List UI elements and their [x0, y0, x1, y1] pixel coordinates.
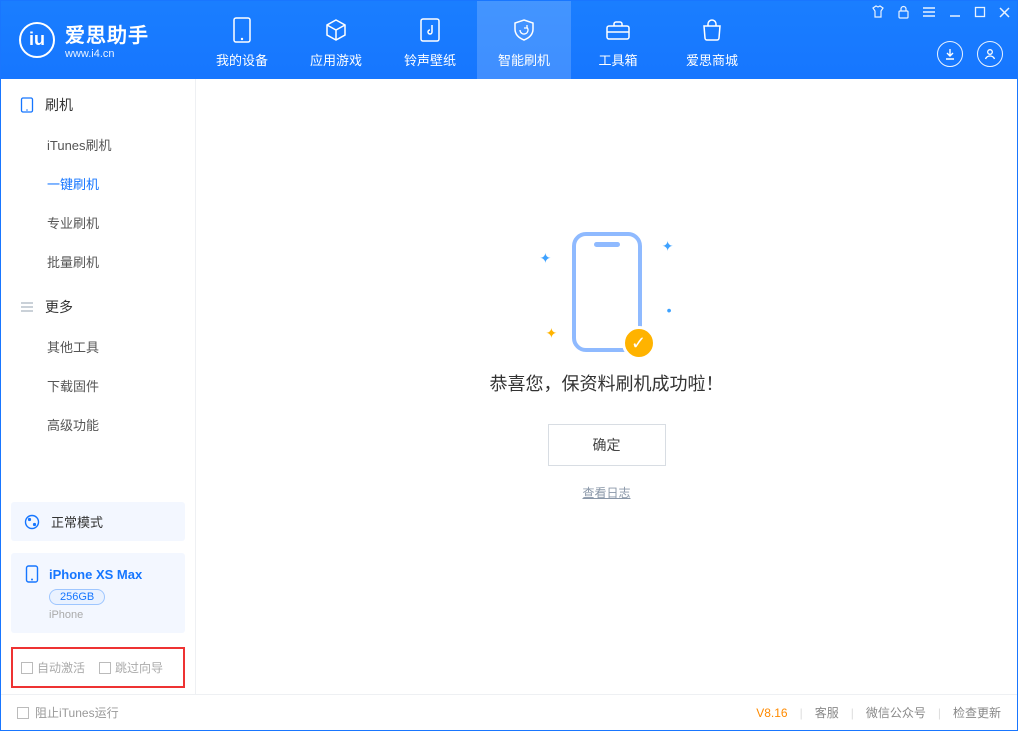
lock-icon[interactable]: [897, 5, 910, 19]
body: 刷机 iTunes刷机 一键刷机 专业刷机 批量刷机 更多 其他工具 下载固件 …: [1, 79, 1017, 694]
menu-icon[interactable]: [922, 6, 936, 18]
checkbox-icon: [17, 707, 29, 719]
tab-label: 我的设备: [216, 50, 268, 69]
storage-badge: 256GB: [49, 589, 105, 605]
toolbox-icon: [604, 16, 632, 44]
download-icon[interactable]: [937, 41, 963, 67]
sparkle-icon: ✦: [546, 325, 558, 342]
sidebar-item-onekey-flash[interactable]: 一键刷机: [1, 164, 195, 203]
group-label: 刷机: [45, 95, 73, 115]
tab-label: 应用游戏: [310, 50, 362, 69]
version-label: V8.16: [756, 706, 787, 720]
checkbox-label: 阻止iTunes运行: [35, 704, 119, 721]
checkbox-icon: [99, 662, 111, 674]
window-controls: [871, 5, 1011, 19]
footer: 阻止iTunes运行 V8.16 | 客服 | 微信公众号 | 检查更新: [1, 694, 1017, 730]
sidebar-item-download-firmware[interactable]: 下载固件: [1, 366, 195, 405]
highlighted-options: 自动激活 跳过向导: [11, 647, 185, 688]
phone-icon: [23, 565, 41, 583]
bag-icon: [698, 16, 726, 44]
tab-label: 爱思商城: [686, 50, 738, 69]
tab-store[interactable]: 爱思商城: [665, 1, 759, 79]
wechat-link[interactable]: 微信公众号: [866, 704, 926, 721]
sidebar-item-batch-flash[interactable]: 批量刷机: [1, 242, 195, 281]
cube-icon: [322, 16, 350, 44]
success-illustration: ✦ ✦ ✦ • ✓: [572, 232, 642, 352]
sparkle-icon: ✦: [540, 250, 552, 267]
check-icon: ✓: [622, 326, 656, 360]
logo-icon: iu: [19, 22, 55, 58]
sidebar-item-pro-flash[interactable]: 专业刷机: [1, 203, 195, 242]
logo-area: iu 爱思助手 www.i4.cn: [1, 1, 195, 60]
checkbox-label: 跳过向导: [115, 659, 163, 676]
sidebar-item-itunes-flash[interactable]: iTunes刷机: [1, 125, 195, 164]
group-label: 更多: [45, 297, 73, 317]
support-link[interactable]: 客服: [815, 704, 839, 721]
close-button[interactable]: [998, 6, 1011, 19]
header-right-icons: [937, 41, 1003, 67]
tab-ring-wallpaper[interactable]: 铃声壁纸: [383, 1, 477, 79]
device-name: iPhone XS Max: [49, 567, 142, 582]
tab-my-device[interactable]: 我的设备: [195, 1, 289, 79]
sparkle-icon: •: [667, 302, 672, 318]
maximize-button[interactable]: [974, 6, 986, 18]
sidebar-item-other-tools[interactable]: 其他工具: [1, 327, 195, 366]
minimize-button[interactable]: [948, 5, 962, 19]
list-icon: [19, 299, 35, 315]
sparkle-icon: ✦: [662, 238, 674, 255]
nav-tabs: 我的设备 应用游戏 铃声壁纸 智能刷机: [195, 1, 759, 79]
app-title: 爱思助手: [65, 19, 149, 48]
device-type: iPhone: [49, 609, 83, 621]
ok-button[interactable]: 确定: [548, 424, 666, 466]
checkbox-label: 自动激活: [37, 659, 85, 676]
shield-refresh-icon: [510, 16, 538, 44]
sidebar-item-advanced[interactable]: 高级功能: [1, 405, 195, 444]
view-log-link[interactable]: 查看日志: [582, 484, 630, 501]
header: iu 爱思助手 www.i4.cn 我的设备 应用游戏: [1, 1, 1017, 79]
sidebar-group-more: 更多: [1, 281, 195, 327]
tab-apps-games[interactable]: 应用游戏: [289, 1, 383, 79]
tab-smart-flash[interactable]: 智能刷机: [477, 1, 571, 79]
tab-toolbox[interactable]: 工具箱: [571, 1, 665, 79]
mode-label: 正常模式: [51, 512, 103, 531]
user-icon[interactable]: [977, 41, 1003, 67]
app-window: iu 爱思助手 www.i4.cn 我的设备 应用游戏: [0, 0, 1018, 731]
checkbox-block-itunes[interactable]: 阻止iTunes运行: [17, 704, 119, 721]
device-card[interactable]: iPhone XS Max 256GB iPhone: [11, 553, 185, 633]
mode-icon: [23, 513, 41, 531]
success-message: 恭喜您，保资料刷机成功啦！: [490, 370, 724, 396]
sidebar: 刷机 iTunes刷机 一键刷机 专业刷机 批量刷机 更多 其他工具 下载固件 …: [1, 79, 196, 694]
main-content: ✦ ✦ ✦ • ✓ 恭喜您，保资料刷机成功啦！ 确定 查看日志: [196, 79, 1017, 694]
checkbox-icon: [21, 662, 33, 674]
tab-label: 铃声壁纸: [404, 50, 456, 69]
sidebar-group-flash: 刷机: [1, 79, 195, 125]
tablet-icon: [19, 97, 35, 113]
music-file-icon: [416, 16, 444, 44]
mode-card[interactable]: 正常模式: [11, 502, 185, 541]
check-update-link[interactable]: 检查更新: [953, 704, 1001, 721]
app-subtitle: www.i4.cn: [65, 48, 149, 60]
checkbox-skip-wizard[interactable]: 跳过向导: [99, 659, 163, 676]
checkbox-auto-activate[interactable]: 自动激活: [21, 659, 85, 676]
tab-label: 工具箱: [598, 50, 637, 69]
shirt-icon[interactable]: [871, 5, 885, 19]
device-icon: [228, 16, 256, 44]
tab-label: 智能刷机: [498, 50, 550, 69]
